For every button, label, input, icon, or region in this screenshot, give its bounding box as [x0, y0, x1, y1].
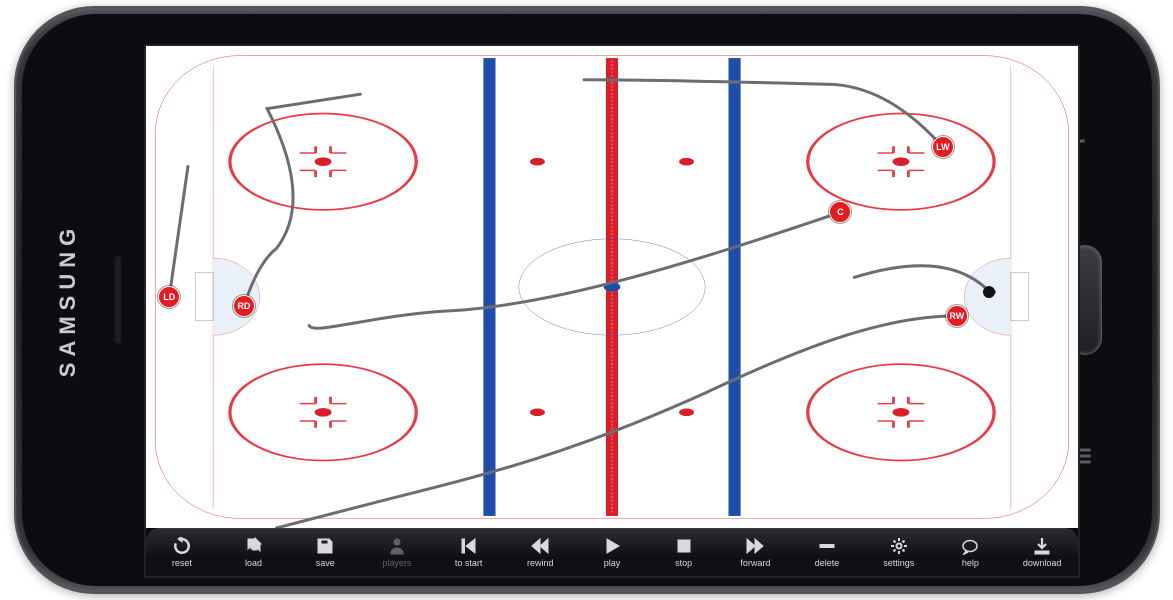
puck[interactable]: [983, 286, 995, 298]
phone-speaker: [114, 255, 122, 345]
play-button[interactable]: play: [576, 529, 648, 576]
save-button[interactable]: save: [289, 529, 361, 576]
rewind-button[interactable]: rewind: [504, 529, 576, 576]
app-screen: LDRDLWCRW resetloadsaveplayersto startre…: [144, 44, 1080, 578]
toolbar-label: play: [604, 558, 621, 568]
player-label: LD: [163, 292, 175, 302]
toolbar-label: players: [382, 558, 411, 568]
load-button[interactable]: load: [218, 529, 290, 576]
toolbar: reset load save players to start rewind play st…: [146, 528, 1078, 576]
toolbar-label: save: [316, 558, 335, 568]
phone-frame: SAMSUNG: [14, 6, 1160, 594]
player-token-ld[interactable]: LD: [158, 286, 180, 308]
toolbar-label: delete: [815, 558, 840, 568]
help-button[interactable]: help: [935, 529, 1007, 576]
players-button[interactable]: players: [361, 529, 433, 576]
delete-button[interactable]: delete: [791, 529, 863, 576]
toolbar-label: stop: [675, 558, 692, 568]
player-token-rd[interactable]: RD: [233, 295, 255, 317]
player-label: RD: [237, 301, 250, 311]
player-token-lw[interactable]: LW: [932, 136, 954, 158]
player-label: LW: [936, 142, 950, 152]
forward-icon: [746, 537, 764, 555]
player-token-rw[interactable]: RW: [946, 305, 968, 327]
help-icon: [961, 537, 979, 555]
toolbar-label: help: [962, 558, 979, 568]
reset-button[interactable]: reset: [146, 529, 218, 576]
players-icon: [388, 537, 406, 555]
delete-icon: [818, 537, 836, 555]
toolbar-label: rewind: [527, 558, 554, 568]
rewind-icon: [531, 537, 549, 555]
player-label: RW: [949, 311, 964, 321]
device-brand: SAMSUNG: [55, 223, 81, 377]
toolbar-label: forward: [740, 558, 770, 568]
stop-icon: [675, 537, 693, 555]
rink-svg: [146, 46, 1078, 528]
settings-button[interactable]: settings: [863, 529, 935, 576]
load-icon: [245, 537, 263, 555]
save-icon: [316, 537, 334, 555]
play-icon: [603, 537, 621, 555]
rink-canvas[interactable]: LD RD LW C RW: [146, 46, 1078, 528]
phone-inner: SAMSUNG: [22, 14, 1152, 586]
forward-button[interactable]: forward: [720, 529, 792, 576]
player-token-c[interactable]: C: [829, 201, 851, 223]
toolbar-label: download: [1023, 558, 1062, 568]
download-button[interactable]: download: [1006, 529, 1078, 576]
tostart-button[interactable]: to start: [433, 529, 505, 576]
player-label: C: [837, 207, 844, 217]
toolbar-label: reset: [172, 558, 192, 568]
toolbar-label: to start: [455, 558, 483, 568]
toolbar-label: load: [245, 558, 262, 568]
toolbar-label: settings: [883, 558, 914, 568]
settings-icon: [890, 537, 908, 555]
download-icon: [1033, 537, 1051, 555]
reset-icon: [173, 537, 191, 555]
tostart-icon: [460, 537, 478, 555]
stop-button[interactable]: stop: [648, 529, 720, 576]
